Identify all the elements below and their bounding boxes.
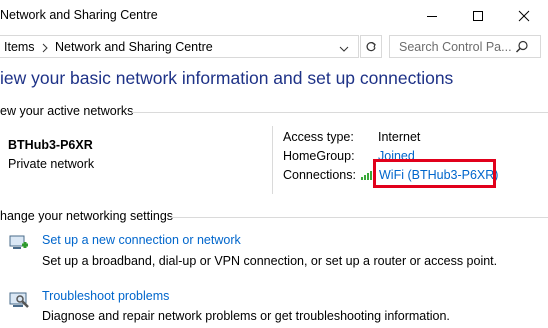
maximize-button[interactable] (455, 0, 501, 31)
page-title: iew your basic network information and s… (0, 68, 454, 88)
access-type-label: Access type: (283, 130, 354, 144)
network-name: BTHub3-P6XR (8, 138, 93, 152)
troubleshoot-link[interactable]: Troubleshoot problems (42, 289, 169, 303)
search-placeholder: Search Control Pa... (399, 40, 512, 54)
network-setup-icon (9, 235, 28, 249)
divider (272, 126, 273, 194)
troubleshoot-icon (9, 292, 29, 308)
maximize-icon (473, 10, 483, 21)
close-icon (518, 10, 530, 21)
window-title: Network and Sharing Centre (0, 8, 158, 22)
breadcrumb-items[interactable]: Items (4, 40, 35, 54)
minimize-button[interactable] (409, 0, 455, 31)
chevron-right-icon[interactable] (40, 41, 50, 55)
divider (132, 112, 548, 113)
refresh-icon (366, 41, 376, 51)
troubleshoot-desc: Diagnose and repair network problems or … (42, 309, 450, 323)
close-button[interactable] (501, 0, 547, 31)
breadcrumb-current[interactable]: Network and Sharing Centre (55, 40, 213, 54)
change-settings-header: hange your networking settings (0, 209, 174, 223)
refresh-button[interactable] (360, 35, 382, 58)
access-type-value: Internet (378, 130, 421, 144)
network-type-link[interactable]: Private network (8, 157, 94, 171)
highlight-box (373, 159, 496, 188)
divider (170, 217, 548, 218)
connections-label: Connections: (283, 168, 356, 182)
search-icon[interactable] (515, 40, 529, 54)
minimize-icon (427, 15, 437, 17)
homegroup-label: HomeGroup: (283, 149, 355, 163)
chevron-down-icon[interactable] (338, 44, 350, 54)
active-networks-header: ew your active networks (0, 104, 134, 118)
setup-connection-desc: Set up a broadband, dial-up or VPN conne… (42, 254, 498, 268)
title-bar: Network and Sharing Centre (0, 0, 548, 31)
setup-connection-link[interactable]: Set up a new connection or network (42, 233, 241, 247)
